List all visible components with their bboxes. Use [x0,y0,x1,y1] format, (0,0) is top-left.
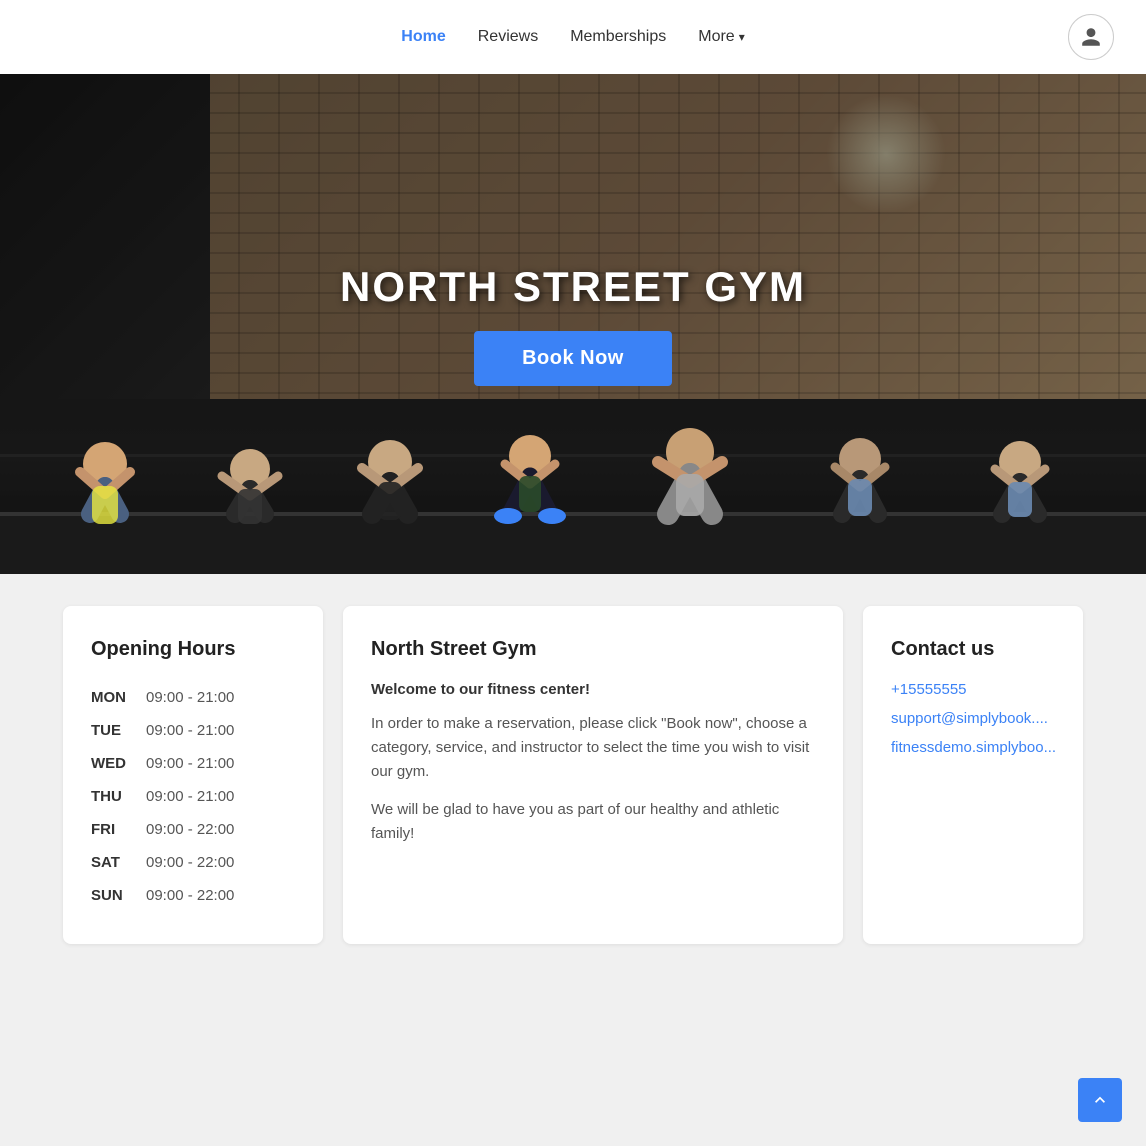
chevron-down-icon: ▾ [739,30,745,44]
chevron-up-icon [1090,1090,1110,1110]
hours-time: 09:00 - 21:00 [146,681,295,714]
hours-day: WED [91,747,146,780]
scroll-to-top-button[interactable] [1078,1078,1122,1122]
about-title: North Street Gym [371,638,815,661]
contact-website[interactable]: fitnessdemo.simplyboo... [891,739,1055,756]
nav-link-more[interactable]: More ▾ [698,28,744,46]
hours-day: MON [91,681,146,714]
hero-title: NORTH STREET GYM [340,263,806,311]
hours-row: THU09:00 - 21:00 [91,780,295,813]
about-description1: In order to make a reservation, please c… [371,712,815,784]
about-welcome: Welcome to our fitness center! [371,681,815,698]
hours-row: MON09:00 - 21:00 [91,681,295,714]
opening-hours-card: Opening Hours MON09:00 - 21:00TUE09:00 -… [63,606,323,944]
hours-day: FRI [91,813,146,846]
user-icon [1080,26,1102,48]
contact-phone[interactable]: +15555555 [891,681,1055,698]
hours-time: 09:00 - 21:00 [146,714,295,747]
hours-time: 09:00 - 22:00 [146,879,295,912]
contact-card: Contact us +15555555 support@simplybook.… [863,606,1083,944]
contact-title: Contact us [891,638,1055,661]
hours-day: TUE [91,714,146,747]
hours-row: SUN09:00 - 22:00 [91,879,295,912]
opening-hours-title: Opening Hours [91,638,295,661]
about-card: North Street Gym Welcome to our fitness … [343,606,843,944]
hours-row: FRI09:00 - 22:00 [91,813,295,846]
hours-day: SUN [91,879,146,912]
nav-link-memberships[interactable]: Memberships [570,28,666,46]
cards-section: Opening Hours MON09:00 - 21:00TUE09:00 -… [0,574,1146,984]
hours-time: 09:00 - 22:00 [146,813,295,846]
book-now-button[interactable]: Book Now [474,331,672,386]
hours-time: 09:00 - 21:00 [146,747,295,780]
contact-email[interactable]: support@simplybook.... [891,710,1055,727]
nav-link-reviews[interactable]: Reviews [478,28,538,46]
hours-row: WED09:00 - 21:00 [91,747,295,780]
nav-link-home[interactable]: Home [401,28,445,46]
nav-links: Home Reviews Memberships More ▾ [401,28,744,46]
hours-day: SAT [91,846,146,879]
hero-content: NORTH STREET GYM Book Now [340,263,806,386]
hero-section: NORTH STREET GYM Book Now [0,74,1146,574]
navbar: Home Reviews Memberships More ▾ [0,0,1146,74]
hours-time: 09:00 - 22:00 [146,846,295,879]
about-description2: We will be glad to have you as part of o… [371,798,815,846]
hours-table: MON09:00 - 21:00TUE09:00 - 21:00WED09:00… [91,681,295,912]
hours-day: THU [91,780,146,813]
hours-row: TUE09:00 - 21:00 [91,714,295,747]
avatar[interactable] [1068,14,1114,60]
hours-row: SAT09:00 - 22:00 [91,846,295,879]
hours-time: 09:00 - 21:00 [146,780,295,813]
